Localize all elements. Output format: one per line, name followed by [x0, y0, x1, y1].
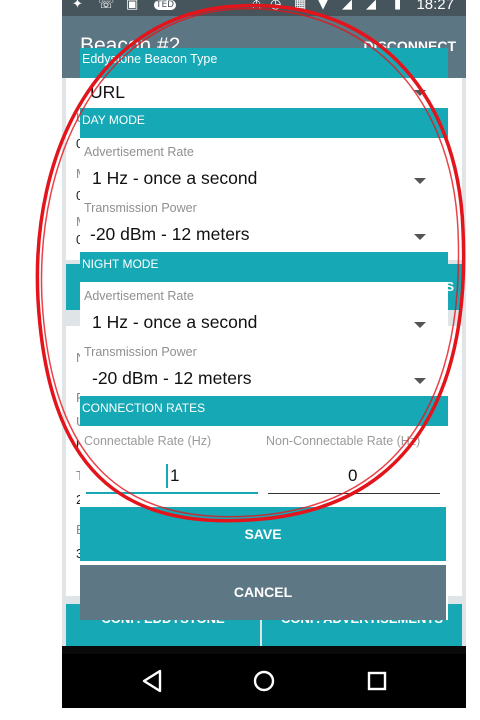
image-icon: ▣ [126, 0, 139, 12]
chevron-down-icon [414, 178, 426, 184]
chevron-down-icon [414, 322, 426, 328]
input-underline [268, 493, 440, 494]
ted-icon: TED [154, 0, 177, 10]
alarm-icon: ◷ [270, 0, 282, 12]
beacon-type-select[interactable]: URL [80, 78, 448, 108]
twitter-icon: ✦ [72, 0, 83, 12]
input-underline [86, 492, 258, 494]
chevron-down-icon [414, 378, 426, 384]
day-adv-rate-select[interactable]: 1 Hz - once a second [80, 164, 448, 196]
connectable-rate-label: Connectable Rate (Hz) [84, 434, 212, 448]
connectable-rate-value: 1 [170, 466, 180, 485]
status-time: 18:27 [416, 0, 454, 13]
cancel-button[interactable]: CANCEL [80, 565, 446, 620]
section-header-connection-rates: CONNECTION RATES [80, 396, 448, 426]
beacon-settings-dialog: Eddystone Beacon Type URL DAY MODE Adver… [80, 48, 448, 620]
night-tx-power-value: -20 dBm - 12 meters [92, 368, 252, 388]
save-button[interactable]: SAVE [80, 507, 446, 561]
non-connectable-rate-value: 0 [348, 466, 358, 485]
whatsapp-icon: ☏ [98, 0, 115, 12]
vibrate-icon: ▦ [294, 0, 307, 12]
chevron-down-icon [414, 234, 426, 240]
section-header-beacon-type: Eddystone Beacon Type [80, 48, 448, 78]
day-adv-rate-value: 1 Hz - once a second [92, 168, 258, 188]
beacon-type-value: URL [90, 82, 126, 102]
text-cursor [166, 464, 168, 488]
day-tx-power-value: -20 dBm - 12 meters [90, 224, 250, 244]
day-tx-power-label: Transmission Power [84, 201, 197, 215]
section-header-day-mode: DAY MODE [80, 108, 448, 138]
non-connectable-rate-input[interactable]: 0 [268, 460, 440, 494]
night-tx-power-select[interactable]: -20 dBm - 12 meters [80, 364, 448, 396]
battery-icon: ▮ [394, 0, 402, 12]
bluetooth-icon: ⁂ [250, 0, 263, 12]
night-adv-rate-label: Advertisement Rate [84, 289, 194, 303]
day-adv-rate-label: Advertisement Rate [84, 145, 194, 159]
wifi-icon: ▼ [318, 0, 328, 12]
navigation-bar [62, 654, 466, 708]
chevron-down-icon [414, 90, 426, 96]
status-bar: ✦ ☏ ▣ TED ⁂ ◷ ▦ ▼ ◢ ◢ ▮ 18:27 [62, 0, 466, 16]
back-icon[interactable] [138, 666, 168, 696]
section-header-night-mode: NIGHT MODE [80, 252, 448, 282]
night-tx-power-label: Transmission Power [84, 345, 197, 359]
non-connectable-rate-label: Non-Connectable Rate (Hz) [266, 434, 421, 448]
home-icon[interactable] [249, 666, 279, 696]
recents-icon[interactable] [362, 666, 392, 696]
night-adv-rate-value: 1 Hz - once a second [92, 312, 258, 332]
night-adv-rate-select[interactable]: 1 Hz - once a second [80, 308, 448, 340]
signal-icon-2: ◢ [366, 0, 376, 12]
signal-icon: ◢ [342, 0, 352, 12]
connectable-rate-input[interactable]: 1 [86, 460, 258, 494]
day-tx-power-select[interactable]: -20 dBm - 12 meters [80, 220, 448, 252]
